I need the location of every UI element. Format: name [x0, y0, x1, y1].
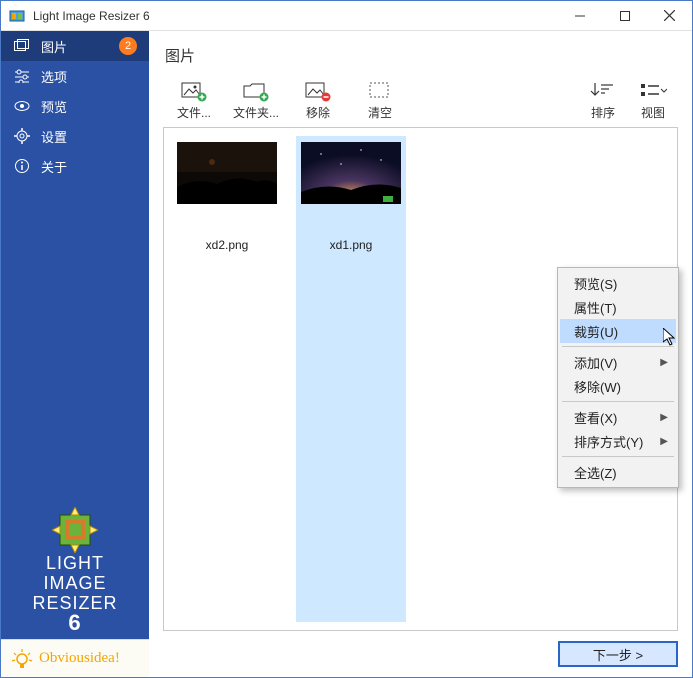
thumbnail-caption: xd2.png [206, 238, 249, 252]
cm-select-all[interactable]: 全选(Z) [560, 460, 676, 484]
window-title: Light Image Resizer 6 [33, 9, 557, 23]
sidebar-item-preview[interactable]: 预览 [1, 91, 149, 121]
sidebar-spacer [1, 181, 149, 493]
tool-label: 排序 [591, 104, 615, 121]
close-button[interactable] [647, 1, 692, 31]
logo-text: LIGHT IMAGE RESIZER 6 [32, 553, 117, 633]
add-files-icon [180, 78, 208, 104]
thumbnail-image [301, 142, 401, 204]
thumbnail-item[interactable]: xd2.png [172, 136, 282, 622]
cm-separator [562, 456, 674, 457]
context-menu: 预览(S) 属性(T) 裁剪(U) 添加(V)▶ 移除(W) 查看(X)▶ 排序… [557, 267, 679, 488]
cm-preview[interactable]: 预览(S) [560, 271, 676, 295]
sliders-icon [13, 69, 31, 83]
add-folder-button[interactable]: 文件夹... [225, 78, 287, 121]
next-button[interactable]: 下一步 > [558, 641, 678, 667]
maximize-button[interactable] [602, 1, 647, 31]
sidebar-logo: LIGHT IMAGE RESIZER 6 [1, 493, 149, 639]
submenu-arrow-icon: ▶ [660, 357, 668, 368]
tool-label: 文件夹... [233, 104, 279, 121]
app-window: Light Image Resizer 6 图片 2 选项 预览 [0, 0, 693, 678]
tool-label: 视图 [641, 104, 665, 121]
clear-icon [368, 78, 392, 104]
minimize-button[interactable] [557, 1, 602, 31]
cm-add[interactable]: 添加(V)▶ [560, 350, 676, 374]
tool-label: 清空 [368, 104, 392, 121]
sidebar-item-about[interactable]: 关于 [1, 151, 149, 181]
thumbnail-caption: xd1.png [330, 238, 373, 252]
sidebar-item-label: 关于 [41, 157, 67, 176]
sidebar-item-label: 图片 [41, 37, 67, 56]
sidebar-item-label: 设置 [41, 127, 67, 146]
next-button-label: 下一步 > [593, 645, 643, 664]
cm-separator [562, 346, 674, 347]
lightbulb-icon [11, 648, 33, 670]
count-badge: 2 [119, 37, 137, 55]
submenu-arrow-icon: ▶ [660, 436, 668, 447]
cm-sort-by[interactable]: 排序方式(Y)▶ [560, 429, 676, 453]
titlebar: Light Image Resizer 6 [1, 1, 692, 31]
remove-icon [304, 78, 332, 104]
eye-icon [13, 99, 31, 113]
logo-icon [52, 507, 98, 553]
sidebar-item-images[interactable]: 图片 2 [1, 31, 149, 61]
cm-separator [562, 401, 674, 402]
add-folder-icon [242, 78, 270, 104]
sort-icon [589, 78, 617, 104]
sidebar-item-label: 选项 [41, 67, 67, 86]
tool-label: 移除 [306, 104, 330, 121]
view-button[interactable]: 视图 [628, 78, 678, 121]
content: 图片 文件... 文件夹... 移除 清空 [149, 31, 692, 677]
remove-button[interactable]: 移除 [287, 78, 349, 121]
sidebar-item-options[interactable]: 选项 [1, 61, 149, 91]
sidebar: 图片 2 选项 预览 设置 关于 [1, 31, 149, 677]
cm-remove[interactable]: 移除(W) [560, 374, 676, 398]
images-icon [13, 39, 31, 53]
clear-button[interactable]: 清空 [349, 78, 411, 121]
body: 图片 2 选项 预览 设置 关于 [1, 31, 692, 677]
brand-footer[interactable]: Obviousidea! [1, 639, 149, 677]
thumbnail-image [177, 142, 277, 204]
submenu-arrow-icon: ▶ [660, 412, 668, 423]
cm-properties[interactable]: 属性(T) [560, 295, 676, 319]
app-icon [7, 6, 27, 26]
add-files-button[interactable]: 文件... [163, 78, 225, 121]
cm-view[interactable]: 查看(X)▶ [560, 405, 676, 429]
sidebar-item-label: 预览 [41, 97, 67, 116]
sidebar-item-settings[interactable]: 设置 [1, 121, 149, 151]
gear-icon [13, 128, 31, 144]
tool-label: 文件... [177, 104, 211, 121]
cm-crop[interactable]: 裁剪(U) [560, 319, 676, 343]
view-icon [639, 78, 667, 104]
sort-button[interactable]: 排序 [578, 78, 628, 121]
page-title: 图片 [165, 45, 676, 66]
bottom-bar: 下一步 > [163, 631, 678, 667]
thumbnail-item[interactable]: xd1.png [296, 136, 406, 622]
brand-name: Obviousidea! [39, 650, 120, 667]
info-icon [13, 158, 31, 174]
toolbar: 文件... 文件夹... 移除 清空 排序 [163, 74, 678, 121]
